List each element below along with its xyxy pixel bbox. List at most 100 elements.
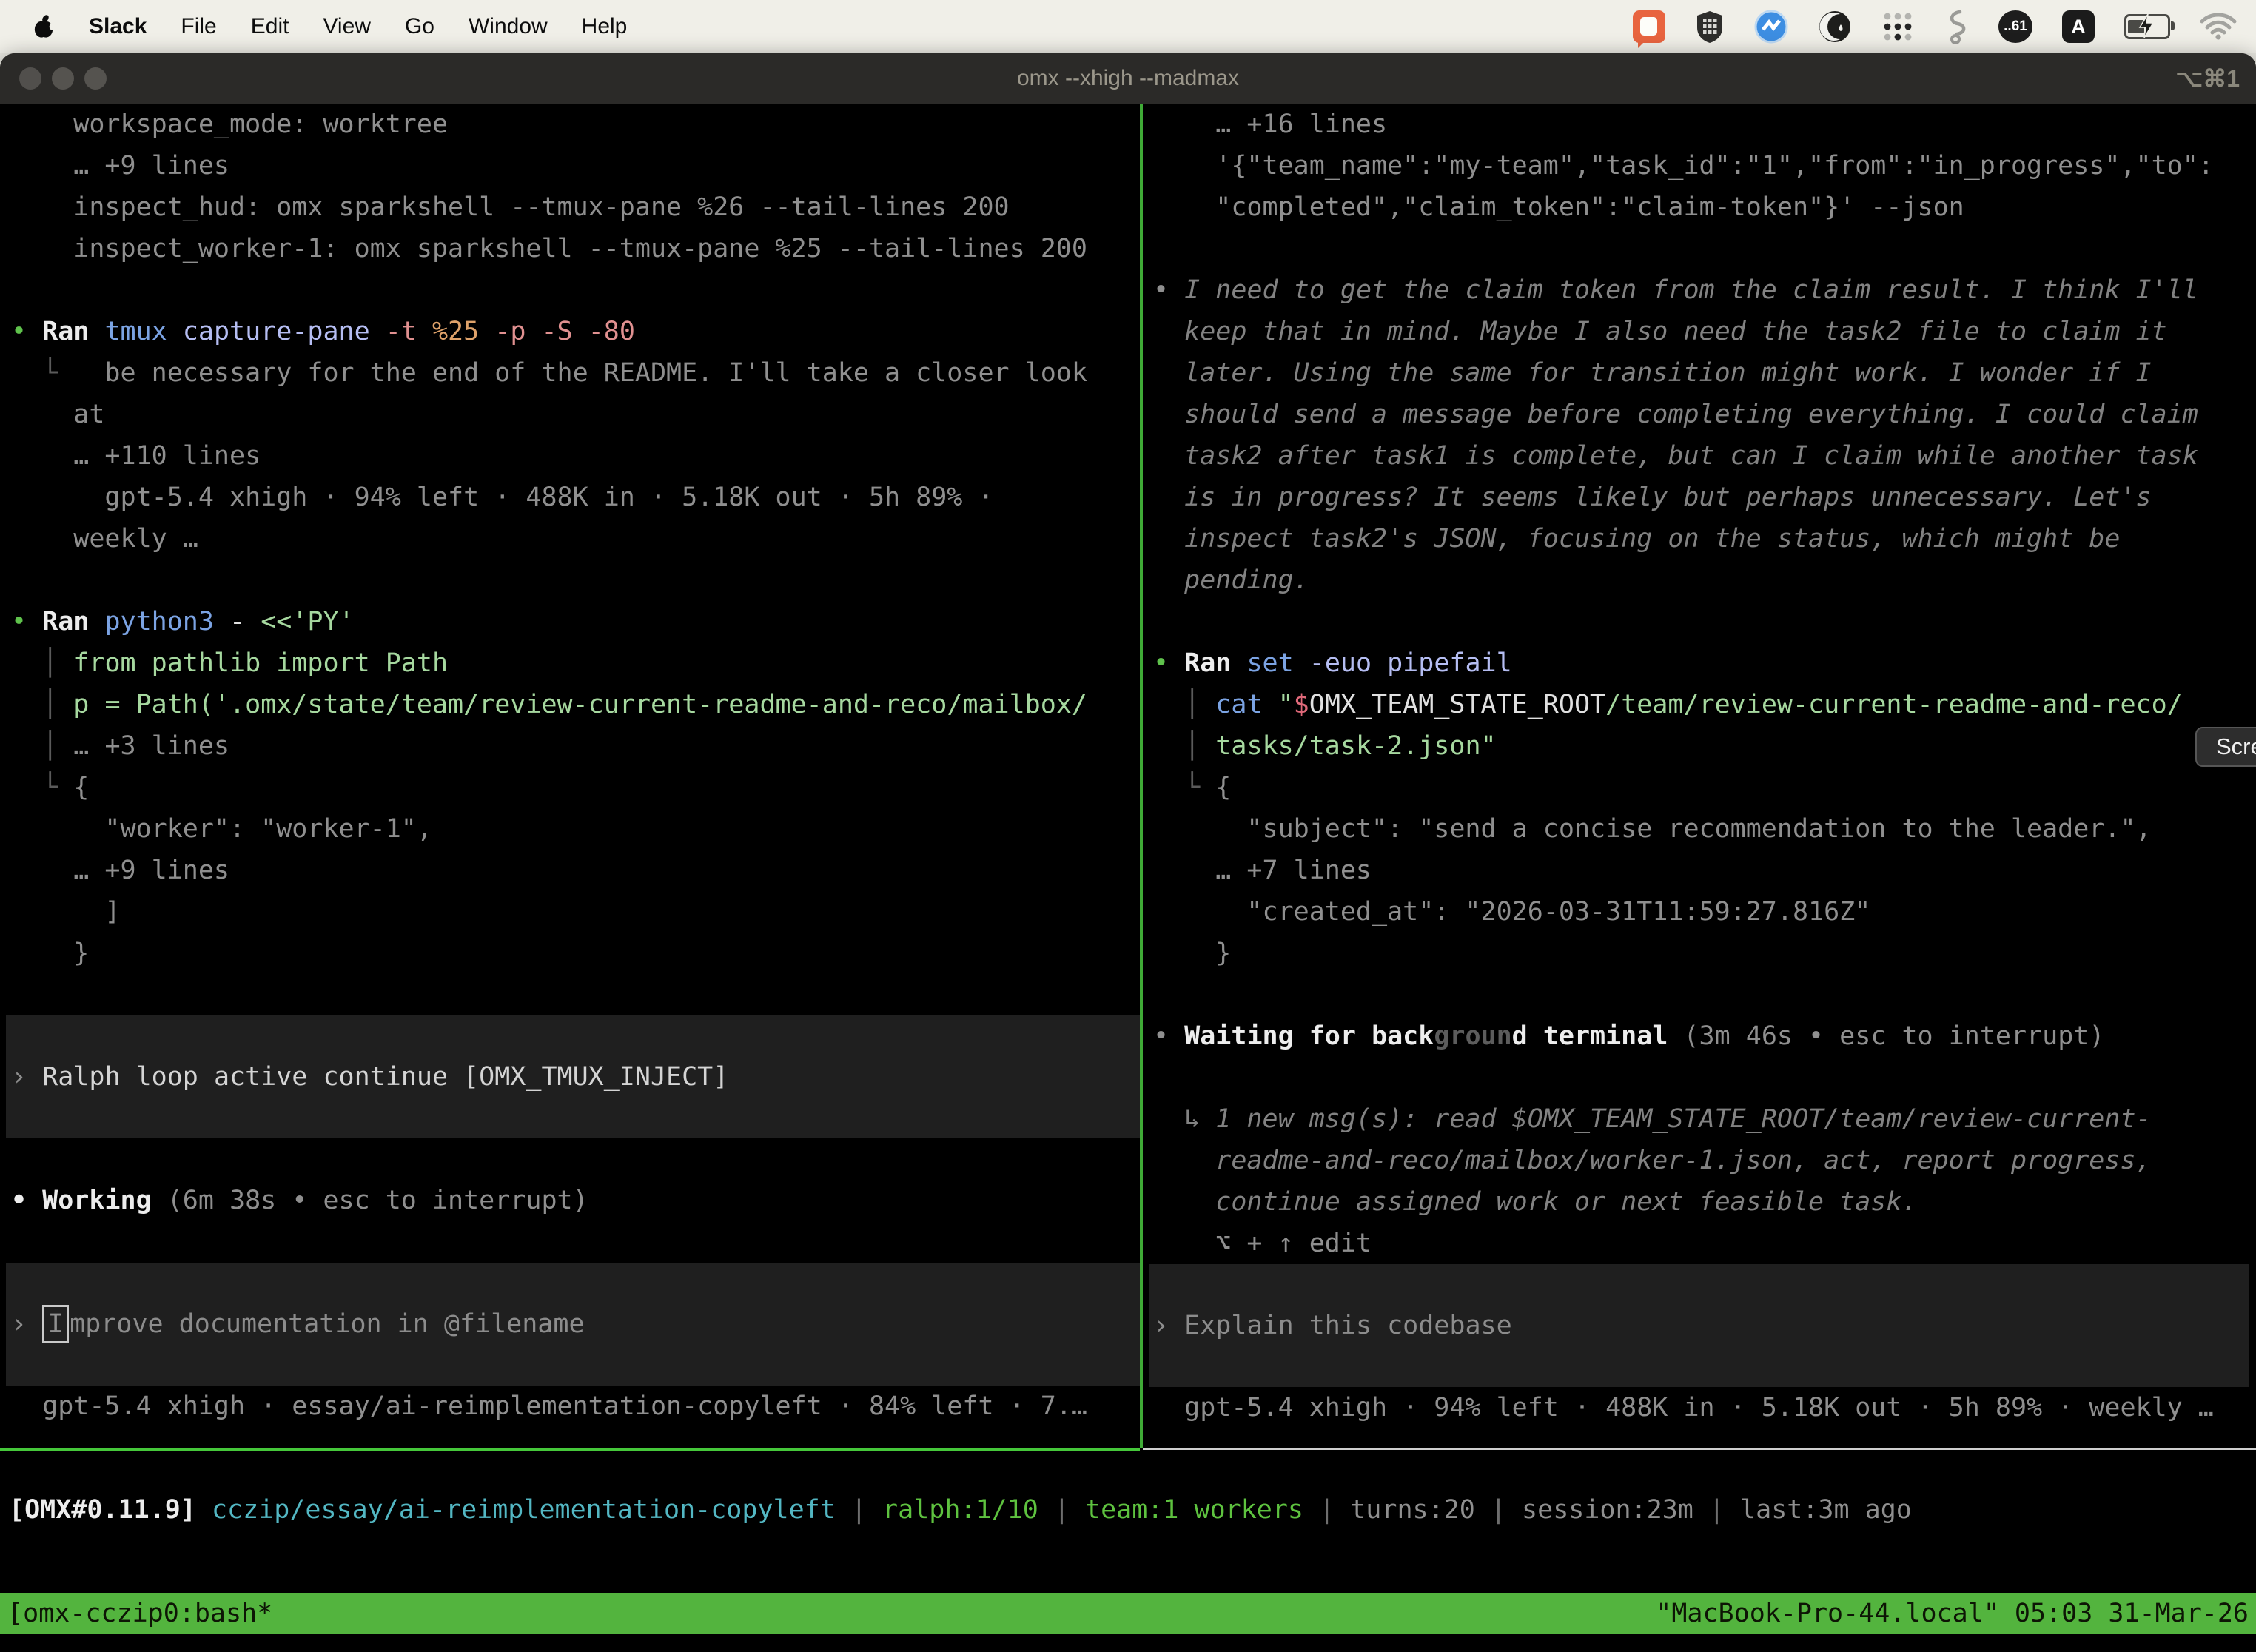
terminal-line (1153, 974, 2256, 1015)
terminal-line: … +16 lines (1153, 104, 2256, 145)
pane-divider[interactable] (1140, 104, 1143, 1448)
dots-grid-icon[interactable] (1881, 10, 1914, 43)
battery-icon[interactable] (2124, 14, 2170, 39)
text-segment: /team/review-current-readme-and-reco/ (1605, 690, 2183, 719)
terminal-pane-left[interactable]: workspace_mode: worktree … +9 lines insp… (0, 104, 1140, 1427)
terminal-line: ⌥ + ↑ edit (1153, 1223, 2256, 1264)
terminal-line: '{"team_name":"my-team","task_id":"1","f… (1153, 145, 2256, 187)
terminal-line (1153, 228, 2256, 269)
text-segment: from pathlib import Path (73, 648, 448, 678)
squiggle-icon[interactable] (1944, 9, 1969, 44)
menu-item-help[interactable]: Help (582, 14, 628, 39)
text-segment: mprove documentation in @filename (70, 1309, 584, 1339)
terminal-line: } (11, 933, 1140, 974)
ralph-loop-banner[interactable]: › Ralph loop active continue [OMX_TMUX_I… (6, 1015, 1140, 1138)
text-segment: "subject": "send a concise recommendatio… (1153, 814, 2152, 844)
terminal-line (1153, 601, 2256, 642)
terminal-line: continue assigned work or next feasible … (1153, 1181, 2256, 1223)
text-segment: task2 after task1 is complete, but can I… (1153, 441, 2198, 471)
crescent-app-icon[interactable] (1818, 10, 1852, 44)
input-source-icon[interactable]: A (2062, 10, 2095, 43)
menu-item-edit[interactable]: Edit (251, 14, 289, 39)
text-segment: inspect task2's JSON, focusing on the st… (1153, 524, 2120, 554)
terminal-line: ↳ 1 new msg(s): read $OMX_TEAM_STATE_ROO… (1153, 1098, 2256, 1140)
terminal-line: keep that in mind. Maybe I also need the… (1153, 311, 2256, 352)
terminal-line: … +110 lines (11, 435, 1140, 477)
terminal-line: "worker": "worker-1", (11, 808, 1140, 850)
terminal-line: • Ran tmux capture-pane -t %25 -p -S -80 (11, 311, 1140, 352)
menu-app-name[interactable]: Slack (89, 14, 147, 39)
terminal-line: "completed","claim_token":"claim-token"}… (1153, 187, 2256, 228)
terminal-line: workspace_mode: worktree (11, 104, 1140, 145)
text-segment: │ (11, 731, 73, 761)
text-segment: %25 (432, 317, 494, 346)
text-segment: is in progress? It seems likely but perh… (1153, 483, 2152, 512)
terminal-pane-right[interactable]: … +16 lines '{"team_name":"my-team","tas… (1144, 104, 2256, 1428)
text-segment: (3m 46s • esc to interrupt) (1683, 1021, 2104, 1051)
prompt-input-right[interactable]: › Explain this codebase (1149, 1264, 2249, 1387)
text-segment: Ralph loop active continue [OMX_TMUX_INJ… (42, 1062, 728, 1092)
text-segment: › (1153, 1311, 1184, 1340)
status-segment: cczip/essay/ai-reimplementation-copyleft (212, 1495, 851, 1525)
text-segment: d terminal (1512, 1021, 1684, 1051)
text-segment: Explain this codebase (1184, 1311, 1512, 1340)
text-segment: "worker": "worker-1", (11, 814, 432, 844)
shield-icon[interactable] (1695, 10, 1725, 44)
menu-item-go[interactable]: Go (405, 14, 434, 39)
terminal-line (11, 1221, 1140, 1263)
pane-border-left (0, 1448, 1140, 1451)
menu-item-window[interactable]: Window (469, 14, 548, 39)
prompt-input-left[interactable]: › Improve documentation in @filename (6, 1263, 1140, 1386)
menu-status-icons: ..61 A (1633, 9, 2256, 44)
terminal-line: • Ran set -euo pipefail (1153, 642, 2256, 684)
terminal-window: omx --xhigh --madmax ⌥⌘1 workspace_mode:… (0, 53, 2256, 1652)
terminal-line: is in progress? It seems likely but perh… (1153, 477, 2256, 518)
terminal-line (11, 269, 1140, 311)
blue-bolt-icon[interactable] (1754, 10, 1788, 44)
text-segment: <<'PY' (261, 607, 354, 637)
apple-logo-icon[interactable] (33, 14, 55, 39)
tmux-host-time-label: "MacBook-Pro-44.local" 05:03 31-Mar-26 (1656, 1593, 2249, 1634)
pane-border-right (1143, 1448, 2256, 1450)
terminal-line (1153, 1057, 2256, 1098)
text-segment: … +3 lines (73, 731, 229, 761)
terminal-line: weekly … (11, 518, 1140, 560)
menu-item-view[interactable]: View (323, 14, 370, 39)
screen: Slack File Edit View Go Window Help ..61 A omx… (0, 0, 2256, 1652)
terminal-line: gpt-5.4 xhigh · essay/ai-reimplementatio… (11, 1386, 1140, 1427)
text-segment: OMX_TEAM_STATE_ROOT (1309, 690, 1605, 719)
text-segment: weekly … (11, 524, 198, 554)
text-segment: " (1278, 690, 1294, 719)
text-segment: gpt-5.4 xhigh · essay/ai-reimplementatio… (11, 1391, 1087, 1421)
tmux-session-label: [omx-cczip0:bash* (7, 1593, 272, 1634)
text-segment: pending. (1153, 565, 1309, 595)
status-segment: | (1054, 1495, 1085, 1525)
text-segment: • (1153, 648, 1184, 678)
terminal-line (11, 560, 1140, 601)
text-segment: └ (11, 773, 73, 802)
wifi-icon[interactable] (2200, 13, 2237, 41)
counter-badge-icon[interactable]: ..61 (1998, 10, 2032, 43)
text-segment: tmux (104, 317, 182, 346)
menu-item-file[interactable]: File (181, 14, 216, 39)
text-segment: … +110 lines (11, 441, 261, 471)
text-segment: │ (1153, 731, 1215, 761)
terminal-line: │ p = Path('.omx/state/team/review-curre… (11, 684, 1140, 725)
terminal-line: │ … +3 lines (11, 725, 1140, 767)
status-segment: team:1 workers (1085, 1495, 1319, 1525)
text-segment: '{"team_name":"my-team","task_id":"1","f… (1153, 151, 2214, 181)
status-segment: turns:20 (1350, 1495, 1491, 1525)
tmux-status-bar: [omx-cczip0:bash* "MacBook-Pro-44.local"… (0, 1593, 2256, 1634)
terminal-line: inspect_hud: omx sparkshell --tmux-pane … (11, 187, 1140, 228)
text-segment: … +9 lines (11, 856, 229, 885)
window-title: omx --xhigh --madmax (0, 53, 2256, 104)
chat-badge-icon[interactable] (1633, 10, 1665, 43)
text-segment: • Working (11, 1186, 167, 1215)
text-segment: › (11, 1062, 42, 1092)
terminal-line: │ cat "$OMX_TEAM_STATE_ROOT/team/review-… (1153, 684, 2256, 725)
text-cursor: I (42, 1305, 69, 1343)
status-segment: | (1319, 1495, 1350, 1525)
menu-bar: Slack File Edit View Go Window Help ..61 A (0, 0, 2256, 53)
terminal-line (11, 974, 1140, 1015)
text-segment: (6m 38s • esc to interrupt) (167, 1186, 588, 1215)
